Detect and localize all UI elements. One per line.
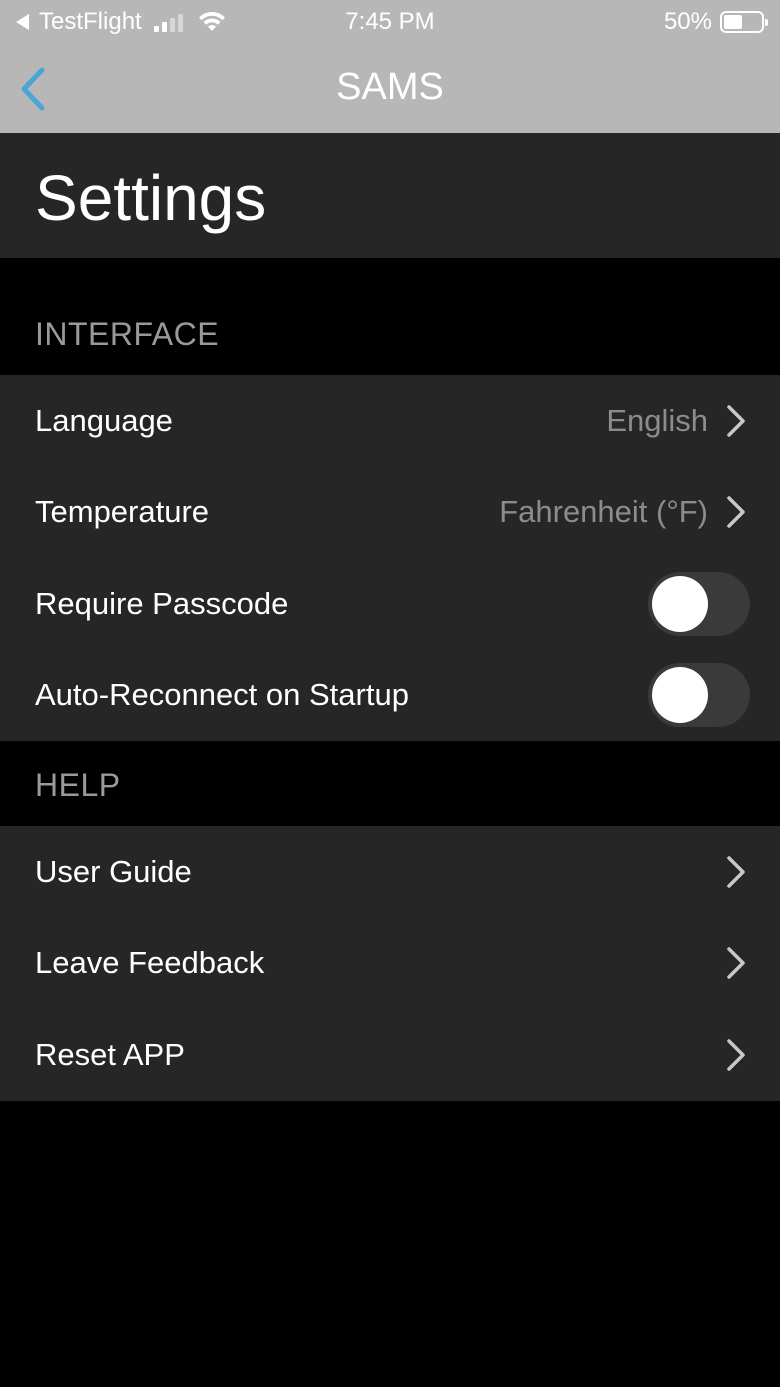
section-header-label: INTERFACE bbox=[35, 316, 220, 352]
interface-group: Language English Temperature Fahrenheit … bbox=[0, 375, 780, 741]
row-user-guide[interactable]: User Guide bbox=[0, 826, 780, 918]
section-header-help: HELP bbox=[0, 741, 780, 826]
section-header-label: HELP bbox=[35, 767, 121, 803]
row-value: English bbox=[606, 402, 708, 438]
row-temperature[interactable]: Temperature Fahrenheit (°F) bbox=[0, 467, 780, 559]
auto-reconnect-toggle[interactable] bbox=[648, 663, 750, 728]
row-leave-feedback[interactable]: Leave Feedback bbox=[0, 918, 780, 1010]
row-auto-reconnect: Auto-Reconnect on Startup bbox=[0, 650, 780, 742]
page-title: Settings bbox=[35, 162, 267, 234]
row-value: Fahrenheit (°F) bbox=[499, 494, 708, 530]
row-label: User Guide bbox=[35, 853, 192, 889]
row-label: Temperature bbox=[35, 494, 210, 530]
battery-percent: 50% bbox=[663, 8, 712, 35]
top-bar: TestFlight 7:45 PM 50% SAMS bbox=[0, 0, 780, 133]
row-reset-app[interactable]: Reset APP bbox=[0, 1009, 780, 1101]
row-label: Leave Feedback bbox=[35, 945, 265, 981]
require-passcode-toggle[interactable] bbox=[648, 571, 750, 636]
large-title-area: Settings bbox=[0, 133, 780, 258]
row-label: Auto-Reconnect on Startup bbox=[35, 677, 409, 713]
toggle-knob bbox=[652, 575, 708, 632]
chevron-right-icon bbox=[727, 947, 745, 979]
row-label: Language bbox=[35, 402, 173, 438]
chevron-right-icon bbox=[727, 405, 745, 437]
chevron-right-icon bbox=[727, 856, 745, 888]
row-label: Require Passcode bbox=[35, 585, 289, 621]
status-right: 50% bbox=[663, 8, 768, 36]
battery-icon bbox=[720, 11, 768, 33]
row-label: Reset APP bbox=[35, 1036, 185, 1072]
chevron-right-icon bbox=[727, 1039, 745, 1071]
section-header-interface: INTERFACE bbox=[0, 258, 780, 375]
help-group: User Guide Leave Feedback Reset APP bbox=[0, 826, 780, 1101]
nav-title: SAMS bbox=[336, 66, 444, 108]
chevron-right-icon bbox=[727, 496, 745, 528]
row-require-passcode: Require Passcode bbox=[0, 558, 780, 650]
status-bar: TestFlight 7:45 PM 50% bbox=[0, 0, 780, 44]
row-language[interactable]: Language English bbox=[0, 375, 780, 467]
toggle-knob bbox=[652, 667, 708, 724]
navigation-bar: SAMS bbox=[0, 44, 780, 133]
